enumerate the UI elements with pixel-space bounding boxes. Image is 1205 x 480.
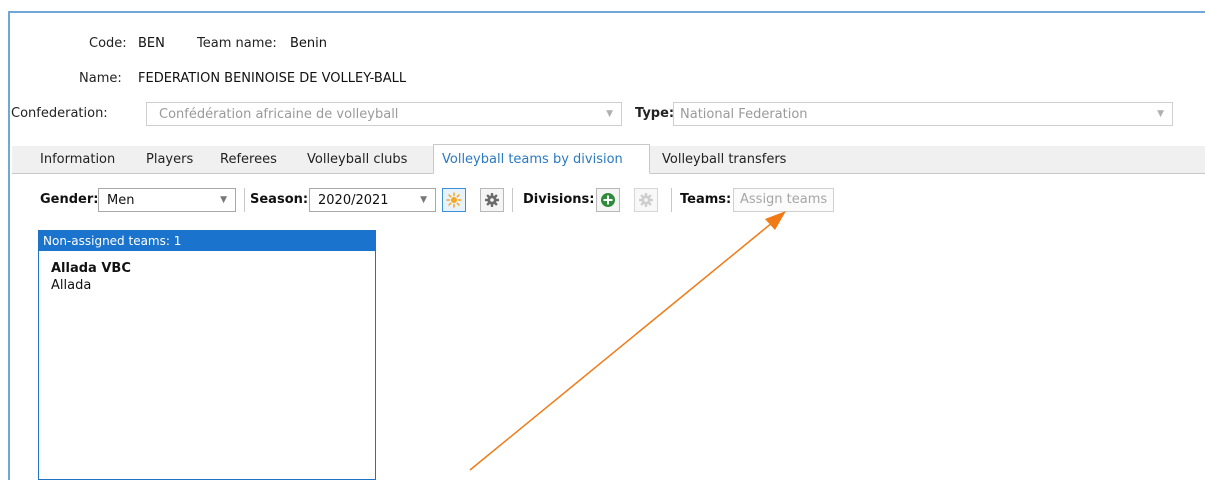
- annotation-arrow: [469, 211, 786, 471]
